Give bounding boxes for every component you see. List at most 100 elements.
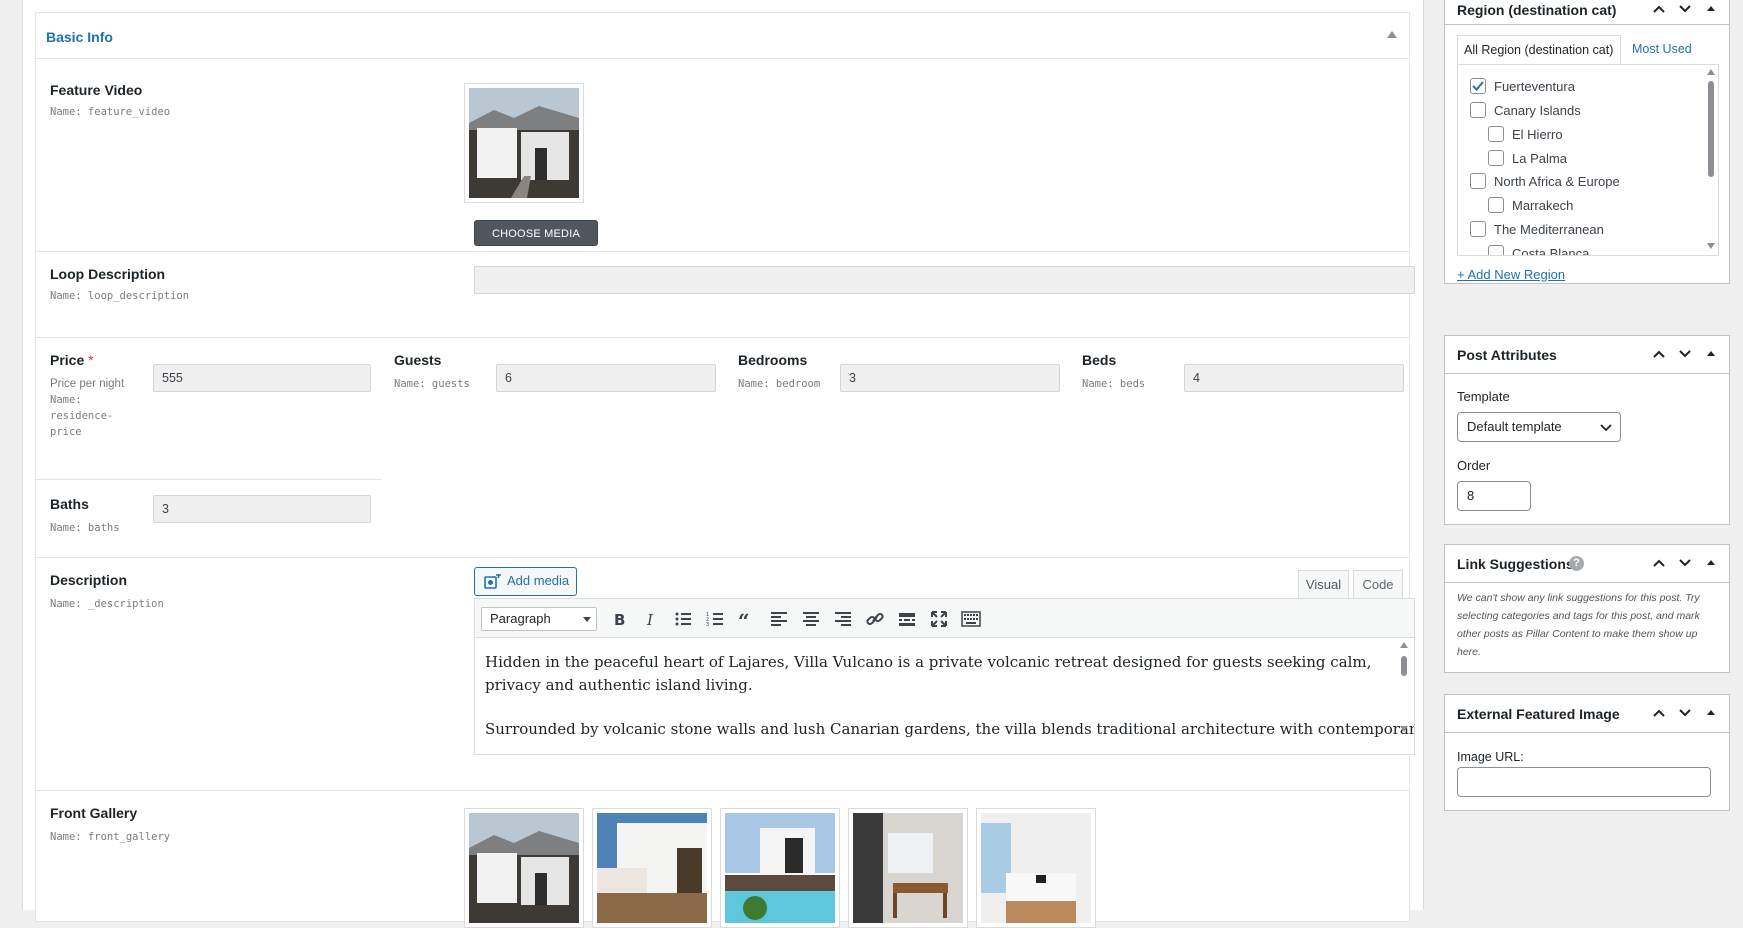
add-new-region-link[interactable]: + Add New Region xyxy=(1457,267,1565,282)
link-icon[interactable] xyxy=(865,609,885,629)
checkbox-marrakech[interactable] xyxy=(1488,197,1504,213)
basic-info-title: Basic Info xyxy=(46,29,113,45)
front-gallery-hint: Name: front_gallery xyxy=(50,831,171,843)
move-up-icon[interactable] xyxy=(1651,346,1667,362)
toolbar-toggle-icon[interactable] xyxy=(961,609,981,629)
checkbox-fuerteventura[interactable] xyxy=(1470,78,1486,94)
description-hint: Name: _description xyxy=(50,598,164,610)
loop-description-input[interactable] xyxy=(474,266,1415,294)
description-label: Description xyxy=(50,572,128,588)
region-item-label: Canary Islands xyxy=(1494,103,1581,118)
price-hint: Price per night xyxy=(50,378,125,390)
tab-all-regions[interactable]: All Region (destination cat) xyxy=(1457,35,1621,65)
basic-info-header[interactable]: Basic Info xyxy=(36,13,1409,59)
move-up-icon[interactable] xyxy=(1651,1,1667,17)
move-up-icon[interactable] xyxy=(1651,555,1667,571)
add-media-button[interactable]: Add media xyxy=(474,567,577,596)
move-down-icon[interactable] xyxy=(1677,705,1693,721)
move-down-icon[interactable] xyxy=(1677,555,1693,571)
pricing-row: Price * Price per night Name: residence-… xyxy=(36,338,1409,558)
checkbox-the-mediterranean[interactable] xyxy=(1470,221,1486,237)
villa-pool-image xyxy=(725,813,835,923)
align-left-icon[interactable] xyxy=(769,609,789,629)
read-more-icon[interactable] xyxy=(897,609,917,629)
align-right-icon[interactable] xyxy=(833,609,853,629)
external-featured-image-postbox: External Featured Image Image URL: xyxy=(1444,694,1730,811)
tab-visual[interactable]: Visual xyxy=(1298,570,1349,598)
toggle-panel-icon[interactable] xyxy=(1703,1,1719,17)
toggle-panel-icon[interactable] xyxy=(1703,705,1719,721)
feature-video-row: Feature Video Name: feature_video CHOOSE… xyxy=(36,60,1409,252)
gallery-thumbnail[interactable] xyxy=(848,808,968,928)
numbered-list-icon[interactable]: 123 xyxy=(705,609,725,629)
villa-dining-room-image xyxy=(853,813,963,923)
region-item-label: North Africa & Europe xyxy=(1494,174,1620,189)
bullet-list-icon[interactable] xyxy=(673,609,693,629)
tab-code[interactable]: Code xyxy=(1353,570,1403,598)
tab-most-used[interactable]: Most Used xyxy=(1632,42,1692,56)
guests-label: Guests xyxy=(394,352,442,368)
checkbox-el-hierro[interactable] xyxy=(1488,126,1504,142)
blockquote-icon[interactable]: “ xyxy=(737,609,757,629)
bedrooms-hint: Name: bedroom xyxy=(738,378,821,390)
order-input[interactable]: 8 xyxy=(1457,481,1531,511)
checkbox-costa-blanca[interactable] xyxy=(1488,245,1504,255)
editor-content-area[interactable]: Hidden in the peaceful heart of Lajares,… xyxy=(474,638,1415,755)
format-select-arrow-icon xyxy=(583,617,591,622)
region-item-label: Marrakech xyxy=(1512,198,1574,213)
image-url-label: Image URL: xyxy=(1457,750,1524,764)
toggle-panel-icon[interactable] xyxy=(1703,346,1719,362)
checkbox-la-palma[interactable] xyxy=(1488,150,1504,166)
villa-bedroom-image xyxy=(981,813,1091,923)
editor-scrollbar[interactable] xyxy=(1400,642,1408,742)
template-select[interactable]: Default template xyxy=(1457,412,1621,442)
beds-input[interactable]: 4 xyxy=(1184,364,1404,392)
baths-label: Baths xyxy=(50,496,89,512)
move-up-icon[interactable] xyxy=(1651,705,1667,721)
add-media-icon xyxy=(484,574,501,589)
price-input[interactable]: 555 xyxy=(153,364,371,392)
checkbox-canary-islands[interactable] xyxy=(1470,102,1486,118)
toggle-panel-icon[interactable] xyxy=(1703,555,1719,571)
region-header: Region (destination cat) xyxy=(1445,0,1729,25)
bedrooms-input[interactable]: 3 xyxy=(840,364,1060,392)
image-url-input[interactable] xyxy=(1457,767,1711,797)
villa-courtyard-image xyxy=(597,813,707,923)
guests-input[interactable]: 6 xyxy=(496,364,716,392)
fullscreen-icon[interactable] xyxy=(929,609,949,629)
editor-paragraph-2: Surrounded by volcanic stone walls and l… xyxy=(485,720,1415,738)
link-suggestions-title: Link Suggestions xyxy=(1457,556,1574,572)
guests-hint: Name: guests xyxy=(394,378,470,390)
region-scrollbar[interactable] xyxy=(1706,67,1716,253)
beds-hint: Name: beds xyxy=(1082,378,1146,390)
help-icon[interactable]: ? xyxy=(1569,556,1584,571)
price-name-hint-line3: price xyxy=(50,426,82,438)
template-select-value: Default template xyxy=(1467,419,1562,434)
choose-media-button[interactable]: CHOOSE MEDIA xyxy=(474,220,598,246)
price-label: Price * xyxy=(50,352,94,368)
region-item-label: La Palma xyxy=(1512,151,1567,166)
gallery-thumbnail[interactable] xyxy=(976,808,1096,928)
feature-video-thumbnail[interactable] xyxy=(464,83,584,203)
post-attributes-title: Post Attributes xyxy=(1457,347,1557,363)
move-down-icon[interactable] xyxy=(1677,1,1693,17)
description-row: Description Name: _description Add media… xyxy=(36,558,1415,791)
price-name-hint: Name: xyxy=(50,394,82,406)
baths-input[interactable]: 3 xyxy=(153,495,371,523)
collapse-arrow-icon[interactable] xyxy=(1387,31,1397,38)
format-select[interactable]: Paragraph xyxy=(481,607,597,631)
link-suggestions-header: Link Suggestions ? xyxy=(1445,545,1729,583)
region-postbox: Region (destination cat) All Region (des… xyxy=(1444,0,1730,284)
checkbox-north-africa-europe[interactable] xyxy=(1470,173,1486,189)
bold-icon[interactable]: B xyxy=(609,609,629,629)
beds-label: Beds xyxy=(1082,352,1117,368)
link-suggestions-postbox: Link Suggestions ? We can't show any lin… xyxy=(1444,544,1730,673)
region-item-label: Costa Blanca xyxy=(1512,246,1590,256)
gallery-thumbnail[interactable] xyxy=(592,808,712,928)
gallery-thumbnail[interactable] xyxy=(464,808,584,928)
gallery-thumbnail[interactable] xyxy=(720,808,840,928)
italic-icon[interactable]: I xyxy=(641,609,661,629)
order-label: Order xyxy=(1457,458,1491,473)
move-down-icon[interactable] xyxy=(1677,346,1693,362)
align-center-icon[interactable] xyxy=(801,609,821,629)
